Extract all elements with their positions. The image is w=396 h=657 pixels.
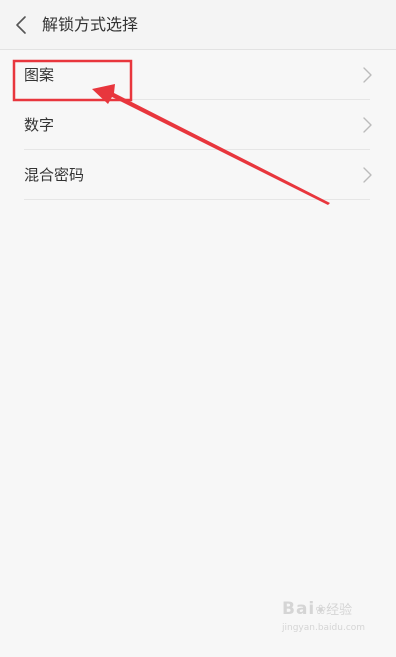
paw-icon: ❀ <box>315 603 327 618</box>
option-digits[interactable]: 数字 <box>24 100 372 150</box>
chevron-right-icon <box>363 117 372 133</box>
title-bar: 解锁方式选择 <box>0 0 396 50</box>
option-pattern[interactable]: 图案 <box>24 50 372 100</box>
watermark-url: jingyan.baidu.com <box>282 623 366 633</box>
watermark-brand: Bai <box>282 599 316 619</box>
back-chevron-icon[interactable] <box>11 13 33 37</box>
watermark-suffix: 经验 <box>326 603 353 618</box>
unlock-method-list: 图案 数字 混合密码 <box>0 50 396 200</box>
option-mixed-password[interactable]: 混合密码 <box>24 150 372 200</box>
option-label: 图案 <box>24 66 55 84</box>
page-title: 解锁方式选择 <box>42 15 139 34</box>
chevron-right-icon <box>363 67 372 83</box>
option-label: 混合密码 <box>24 166 85 184</box>
baidu-watermark: Bai❀经验 jingyan.baidu.com <box>282 601 365 636</box>
chevron-right-icon <box>363 167 372 183</box>
option-label: 数字 <box>24 116 55 134</box>
